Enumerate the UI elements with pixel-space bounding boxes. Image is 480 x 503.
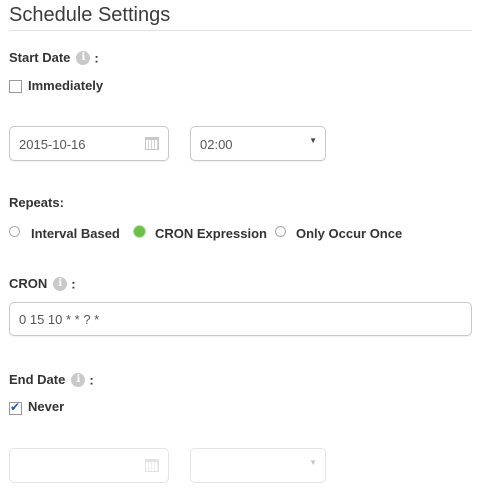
title-divider — [9, 30, 472, 31]
calendar-icon[interactable] — [145, 137, 159, 150]
info-icon[interactable]: i — [76, 50, 91, 65]
cron-label-row: CRON i: — [9, 275, 76, 293]
cron-colon: : — [71, 276, 76, 292]
start-date-label: Start Date — [9, 50, 71, 65]
immediately-checkbox[interactable] — [9, 80, 22, 93]
calendar-icon[interactable] — [145, 459, 159, 472]
end-date-colon: : — [89, 372, 94, 388]
cron-expression-label: CRON Expression — [155, 226, 267, 241]
info-icon[interactable]: i — [53, 276, 68, 291]
start-date-label-row: Start Date i: — [9, 49, 99, 67]
immediately-label: Immediately — [28, 78, 104, 93]
chevron-down-icon: ▼ — [309, 458, 317, 467]
info-icon[interactable]: i — [71, 372, 86, 387]
end-date-label-row: End Date i: — [9, 371, 94, 389]
never-checkbox[interactable] — [9, 400, 22, 415]
start-date-value: 2015-10-16 — [19, 137, 86, 152]
start-date-input[interactable]: 2015-10-16 — [9, 126, 169, 161]
start-time-select[interactable]: 02:00 ▼ — [190, 126, 326, 161]
end-date-input[interactable] — [9, 448, 169, 483]
page-title: Schedule Settings — [9, 4, 171, 26]
interval-based-label: Interval Based — [31, 226, 120, 241]
chevron-down-icon: ▼ — [309, 136, 317, 145]
cron-label: CRON — [9, 276, 48, 291]
end-date-label: End Date — [9, 372, 66, 387]
start-date-colon: : — [94, 50, 99, 66]
start-time-value: 02:00 — [200, 137, 233, 152]
cron-value: 0 15 10 * * ? * — [19, 312, 100, 327]
radio-cron-expression[interactable] — [134, 226, 145, 237]
only-occur-once-label: Only Occur Once — [296, 226, 403, 241]
radio-interval-based[interactable] — [9, 226, 20, 237]
end-time-select[interactable]: ▼ — [190, 448, 326, 483]
repeats-label: Repeats: — [9, 195, 64, 210]
cron-input[interactable]: 0 15 10 * * ? * — [9, 302, 472, 336]
never-label: Never — [28, 399, 65, 414]
radio-only-occur-once[interactable] — [275, 226, 286, 237]
